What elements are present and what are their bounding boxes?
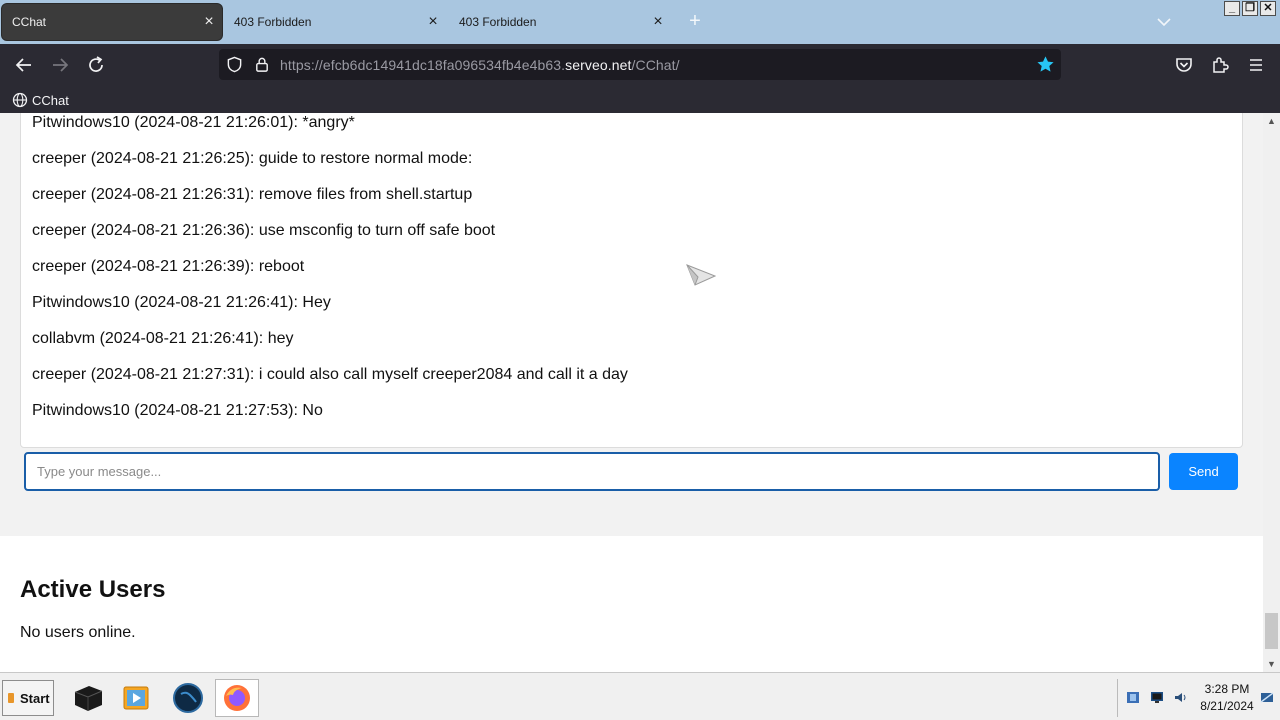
- back-arrow-icon[interactable]: [12, 53, 36, 77]
- chat-messages-box: Pitwindows10 (2024-08-21 21:26:01): *ang…: [20, 113, 1243, 448]
- taskbar-terminal-app[interactable]: [66, 679, 110, 717]
- taskbar-media-player-app[interactable]: [114, 679, 158, 717]
- start-button[interactable]: Start: [2, 680, 54, 716]
- message-input[interactable]: [24, 452, 1160, 491]
- close-window-button[interactable]: ✕: [1260, 1, 1276, 16]
- clock-time: 3:28 PM: [1204, 682, 1250, 696]
- dark-globe-icon: [173, 683, 203, 713]
- active-users-heading: Active Users: [20, 576, 166, 603]
- navigation-toolbar: https://efcb6dc14941dc18fa096534fb4e4b63…: [0, 44, 1280, 86]
- chat-message: Pitwindows10 (2024-08-21 21:26:01): *ang…: [32, 114, 355, 131]
- tab-close-icon[interactable]: ×: [420, 14, 446, 30]
- extensions-puzzle-icon[interactable]: [1208, 53, 1232, 77]
- start-label: Start: [20, 690, 50, 706]
- bookmark-cchat[interactable]: CChat: [12, 90, 69, 110]
- bookmarks-toolbar: CChat: [0, 86, 1280, 113]
- chat-message: collabvm (2024-08-21 21:26:41): hey: [32, 330, 294, 347]
- taskbar: Start 3:28 PM 8/21/2024: [0, 672, 1280, 720]
- bookmark-label: CChat: [32, 92, 69, 108]
- padlock-icon[interactable]: [254, 56, 270, 73]
- terminal-box-icon: [74, 686, 103, 711]
- chat-message: creeper (2024-08-21 21:26:31): remove fi…: [32, 186, 473, 203]
- chat-message: creeper (2024-08-21 21:27:31): i could a…: [32, 366, 628, 383]
- tray-network-monitor-icon[interactable]: [1150, 691, 1164, 704]
- clock-date: 8/21/2024: [1200, 699, 1254, 713]
- chat-message: Pitwindows10 (2024-08-21 21:26:41): Hey: [32, 294, 331, 311]
- tracking-protection-shield-icon[interactable]: [226, 56, 243, 73]
- active-users-status: No users online.: [20, 624, 136, 641]
- bookmark-star-icon[interactable]: [1036, 55, 1055, 74]
- tab-403-forbidden-2[interactable]: 403 Forbidden ×: [449, 4, 671, 40]
- minimize-button[interactable]: _: [1224, 1, 1240, 16]
- show-desktop-icon[interactable]: [1260, 691, 1274, 704]
- reload-icon[interactable]: [84, 53, 108, 77]
- scroll-down-arrow-icon[interactable]: ▼: [1263, 656, 1280, 672]
- taskbar-firefox-app[interactable]: [215, 679, 259, 717]
- globe-icon: [12, 92, 28, 108]
- url-path: /CChat/: [631, 57, 680, 73]
- new-tab-plus-icon[interactable]: +: [684, 10, 706, 32]
- list-all-tabs-chevron-icon[interactable]: [1154, 12, 1174, 32]
- tab-label: CChat: [12, 15, 47, 29]
- url-bar[interactable]: https://efcb6dc14941dc18fa096534fb4e4b63…: [219, 49, 1061, 80]
- chat-message: creeper (2024-08-21 21:26:25): guide to …: [32, 150, 473, 167]
- message-input-row: Send: [0, 452, 1263, 494]
- media-player-icon: [123, 686, 149, 710]
- tab-close-icon[interactable]: ×: [645, 14, 671, 30]
- chat-message: creeper (2024-08-21 21:26:39): reboot: [32, 258, 305, 275]
- page-content: Pitwindows10 (2024-08-21 21:26:01): *ang…: [0, 113, 1263, 672]
- hamburger-menu-icon[interactable]: [1244, 53, 1268, 77]
- forward-arrow-icon[interactable]: [48, 53, 72, 77]
- tray-security-icon[interactable]: [1126, 691, 1140, 704]
- screen: CChat × 403 Forbidden × 403 Forbidden × …: [0, 0, 1280, 720]
- scrollbar-thumb[interactable]: [1265, 613, 1278, 649]
- scroll-up-arrow-icon[interactable]: ▲: [1263, 113, 1280, 129]
- tab-403-forbidden-1[interactable]: 403 Forbidden ×: [224, 4, 446, 40]
- clock[interactable]: 3:28 PM 8/21/2024: [1196, 681, 1258, 715]
- tab-cchat[interactable]: CChat ×: [2, 4, 222, 40]
- taskbar-globe-app[interactable]: [166, 679, 210, 717]
- windows-flag-icon: [8, 693, 14, 703]
- tray-volume-icon[interactable]: [1174, 691, 1188, 704]
- url-text[interactable]: https://efcb6dc14941dc18fa096534fb4e4b63…: [280, 57, 680, 73]
- tab-label: 403 Forbidden: [459, 15, 537, 29]
- url-prefix: https://efcb6dc14941dc18fa096534fb4e4b63…: [280, 57, 566, 73]
- mouse-cursor-icon: [686, 264, 716, 286]
- tab-label: 403 Forbidden: [234, 15, 312, 29]
- pocket-icon[interactable]: [1172, 53, 1196, 77]
- chat-message: creeper (2024-08-21 21:26:36): use mscon…: [32, 222, 496, 239]
- vertical-scrollbar[interactable]: ▲ ▼: [1263, 113, 1280, 672]
- firefox-icon: [224, 685, 250, 711]
- url-host: serveo.net: [565, 57, 632, 73]
- tab-close-icon[interactable]: ×: [196, 14, 222, 30]
- restore-button[interactable]: ❐: [1242, 1, 1258, 16]
- tab-strip: CChat × 403 Forbidden × 403 Forbidden × …: [0, 0, 1280, 44]
- active-users-section: Active Users No users online.: [0, 536, 1263, 672]
- send-button[interactable]: Send: [1169, 453, 1238, 490]
- chat-message: Pitwindows10 (2024-08-21 21:27:53): No: [32, 402, 323, 419]
